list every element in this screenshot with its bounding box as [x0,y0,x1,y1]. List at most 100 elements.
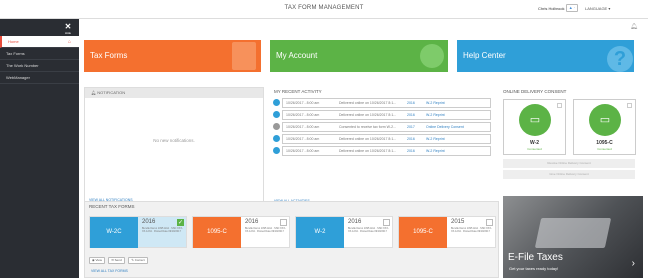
monitor-icon: ▭ [519,104,551,136]
activity-row: 10/26/2017 - 8:00 am Delivered online on … [270,134,491,144]
sidebar-item-label: WebManager [6,75,30,80]
monitor-icon: ▭ [589,104,621,136]
user-menu-button[interactable]: ▲ · [566,4,578,12]
reprint-icon [273,147,280,154]
bell-icon[interactable]: 🔔︎ [630,23,638,30]
sidebar-item-label: The Work Number [6,63,39,68]
tax-form-card[interactable]: 1095-C 2015 Bundle Demo 1095 ACA · SSN X… [398,216,496,248]
view-button[interactable]: ◉ View [89,257,105,264]
send-button[interactable]: ✉ Send [108,257,125,264]
activity-year: 2017 [407,125,415,129]
consent-checkbox[interactable] [627,103,632,108]
recent-forms-heading: RECENT TAX FORMS [89,204,135,209]
e-file-promo-banner[interactable]: E-File Taxes Get your taxes ready today!… [503,196,643,278]
activity-link[interactable]: W-2 Reprint [426,135,445,143]
my-account-tile[interactable]: My Account [270,40,448,72]
form-info: Bundle Demo 1095 ACA · SSN XXX-XX-1234 ·… [142,227,183,233]
form-info: Bundle Demo 1095 ACA · SSN XXX-XX-1234 ·… [245,227,286,233]
form-type: W-2 [296,217,344,248]
activity-date: 10/26/2017 - 8:00 am [286,101,320,105]
activity-row: 10/26/2017 - 8:00 am Delivered online on … [270,110,491,120]
activity-year: 2016 [407,101,415,105]
sidebar-item-tax-forms[interactable]: Tax Forms [0,48,79,60]
activity-year: 2016 [407,113,415,117]
hide-label: Hide [64,31,72,35]
activity-link[interactable]: Online Delivery Consent [426,123,464,131]
sidebar-item-work-number[interactable]: The Work Number [0,60,79,72]
tax-forms-tile[interactable]: Tax Forms [84,40,261,72]
form-year: 2016 [348,219,362,225]
notification-heading: 🔔︎ NOTIFICATION [85,88,263,98]
sidebar-item-label: Home [8,39,19,44]
sidebar-item-label: Tax Forms [6,51,25,56]
consent-heading: ONLINE DELIVERY CONSENT [503,89,567,94]
sidebar-item-webmanager[interactable]: WebManager [0,72,79,84]
give-consent-button[interactable]: Give Online Delivery Consent [503,170,635,179]
form-checkbox[interactable] [383,219,390,226]
activity-message: Consented to receive tax form W-2... [339,125,396,129]
no-notifications-text: No new notifications. [153,138,195,143]
consent-status: Consented [597,147,612,151]
form-info: Bundle Demo 1095 ACA · SSN XXX-XX-1234 ·… [451,227,492,233]
promo-title: E-File Taxes [508,252,563,263]
activity-date: 10/26/2017 - 8:00 am [286,137,320,141]
consent-form-name: 1095-C [596,140,613,146]
laptop-image [534,218,612,248]
user-icon [420,44,444,68]
promo-subtitle: Get your taxes ready today! [509,266,559,271]
top-bar: TAX FORM MANAGEMENT Chris Holbrook ▲ · L… [0,0,648,19]
send-label: Send [114,258,122,262]
language-selector[interactable]: LANGUAGE ▾ [585,6,610,11]
tax-form-card[interactable]: 1095-C 2016 Bundle Demo 1095 ACA · SSN X… [192,216,290,248]
consent-checkbox[interactable] [557,103,562,108]
user-name[interactable]: Chris Holbrook [538,6,564,11]
tax-form-card[interactable]: W-2 2016 Bundle Demo 1095 ACA · SSN XXX-… [295,216,393,248]
hide-sidebar-button[interactable]: ✕ Hide [60,23,76,36]
form-type: 1095-C [399,217,447,248]
online-delivery-consent-panel: ONLINE DELIVERY CONSENT ▭ W-2 Consented … [503,87,643,207]
sidebar: ✕ Hide Home ⌂ Tax Forms The Work Number … [0,19,79,278]
chevron-right-icon[interactable]: › [632,258,635,269]
tile-label: My Account [276,51,318,60]
tile-label: Tax Forms [90,51,128,60]
activity-link[interactable]: W-2 Reprint [426,147,445,155]
main-content: 🔔︎ Tax Forms My Account Help Center ? 🔔︎… [79,19,648,278]
form-type: W-2C [90,217,138,248]
activity-row: 10/26/2017 - 8:00 am Delivered online on … [270,98,491,108]
activity-message: Delivered online on 10/26/2017 8:1... [339,113,397,117]
activity-row: 10/26/2017 - 8:00 am Delivered online on … [270,146,491,156]
tile-label: Help Center [463,51,506,60]
revoke-consent-button[interactable]: Revoke Online Delivery Consent [503,159,635,168]
document-icon [232,42,256,70]
consent-card-w2[interactable]: ▭ W-2 Consented [503,99,566,155]
activity-message: Delivered online on 10/26/2017 8:1... [339,137,397,141]
question-icon: ? [607,46,633,72]
help-center-tile[interactable]: Help Center ? [457,40,634,72]
form-year: 2016 [245,219,259,225]
activity-date: 10/26/2017 - 8:00 am [286,113,320,117]
activity-date: 10/26/2017 - 8:00 am [286,125,320,129]
consent-card-1095c[interactable]: ▭ 1095-C Consented [573,99,636,155]
reprint-icon [273,135,280,142]
tax-form-card[interactable]: W-2C 2016 Bundle Demo 1095 ACA · SSN XXX… [89,216,187,248]
activity-date: 10/26/2017 - 8:00 am [286,149,320,153]
activity-message: Delivered online on 10/26/2017 8:1... [339,149,397,153]
activity-year: 2016 [407,149,415,153]
consent-form-name: W-2 [529,140,540,146]
sidebar-item-home[interactable]: Home ⌂ [0,36,79,48]
activity-link[interactable]: W-2 Reprint [426,111,445,119]
view-all-tax-forms-link[interactable]: VIEW ALL TAX FORMS [91,269,128,273]
form-checkbox[interactable] [280,219,287,226]
sidebar-nav: Home ⌂ Tax Forms The Work Number WebMana… [0,36,79,84]
reprint-icon [273,99,280,106]
home-icon: ⌂ [67,39,71,45]
view-label: View [95,258,102,262]
activity-link[interactable]: W-2 Reprint [426,99,445,107]
correct-button[interactable]: ✎ Correct [128,257,148,264]
recent-activity-panel: MY RECENT ACTIVITY 10/26/2017 - 8:00 am D… [270,87,491,207]
activity-heading: MY RECENT ACTIVITY [274,89,322,94]
notification-panel: 🔔︎ NOTIFICATION No new notifications. VI… [84,87,264,207]
form-checkbox[interactable] [486,219,493,226]
form-checkbox[interactable]: ✓ [177,219,184,226]
reprint-icon [273,111,280,118]
